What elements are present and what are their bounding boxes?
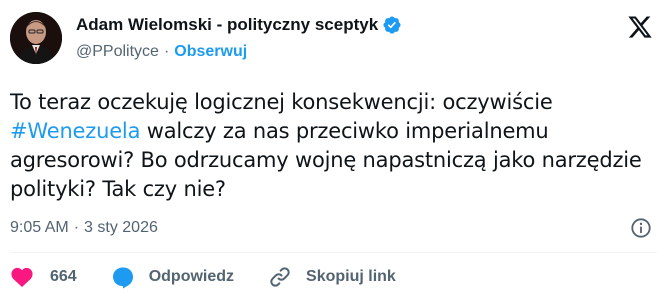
handle-separator: · xyxy=(163,43,170,60)
author-handle-row: @PPolityce · Obserwuj xyxy=(76,42,247,62)
meta-separator: · xyxy=(73,219,80,236)
follow-button[interactable]: Obserwuj xyxy=(174,43,247,61)
x-logo-icon[interactable] xyxy=(626,14,654,40)
reply-label: Odpowiedz xyxy=(148,268,235,285)
tweet-time[interactable]: 9:05 AM xyxy=(10,219,69,237)
heart-icon xyxy=(11,267,33,287)
like-button[interactable]: 664 xyxy=(10,265,77,289)
author-display-name[interactable]: Adam Wielomski - polityczny sceptyk xyxy=(76,15,378,35)
speech-bubble-icon xyxy=(112,267,133,289)
tweet-text-before: To teraz oczekuję logicznej konsekwencji… xyxy=(10,90,553,114)
copy-link-label: Skopiuj link xyxy=(306,268,396,285)
tweet-text: To teraz oczekuję logicznej konsekwencji… xyxy=(10,88,650,204)
link-icon xyxy=(270,267,290,287)
verified-badge-icon[interactable] xyxy=(382,15,402,35)
author-handle[interactable]: @PPolityce xyxy=(76,43,159,61)
reply-button[interactable]: Odpowiedz xyxy=(111,265,234,289)
author-name-row: Adam Wielomski - polityczny sceptyk xyxy=(76,14,402,36)
divider xyxy=(10,252,657,253)
avatar-image xyxy=(10,12,62,64)
like-count: 664 xyxy=(50,268,77,285)
tweet-date[interactable]: 3 sty 2026 xyxy=(84,219,158,237)
hashtag-link[interactable]: #Wenezuela xyxy=(10,119,140,143)
copy-link-button[interactable]: Skopiuj link xyxy=(268,265,396,289)
info-icon[interactable] xyxy=(630,217,652,239)
action-bar: 664 Odpowiedz Skopiuj link xyxy=(10,264,396,290)
avatar[interactable] xyxy=(10,12,62,64)
tweet-meta: 9:05 AM · 3 sty 2026 xyxy=(10,217,158,239)
